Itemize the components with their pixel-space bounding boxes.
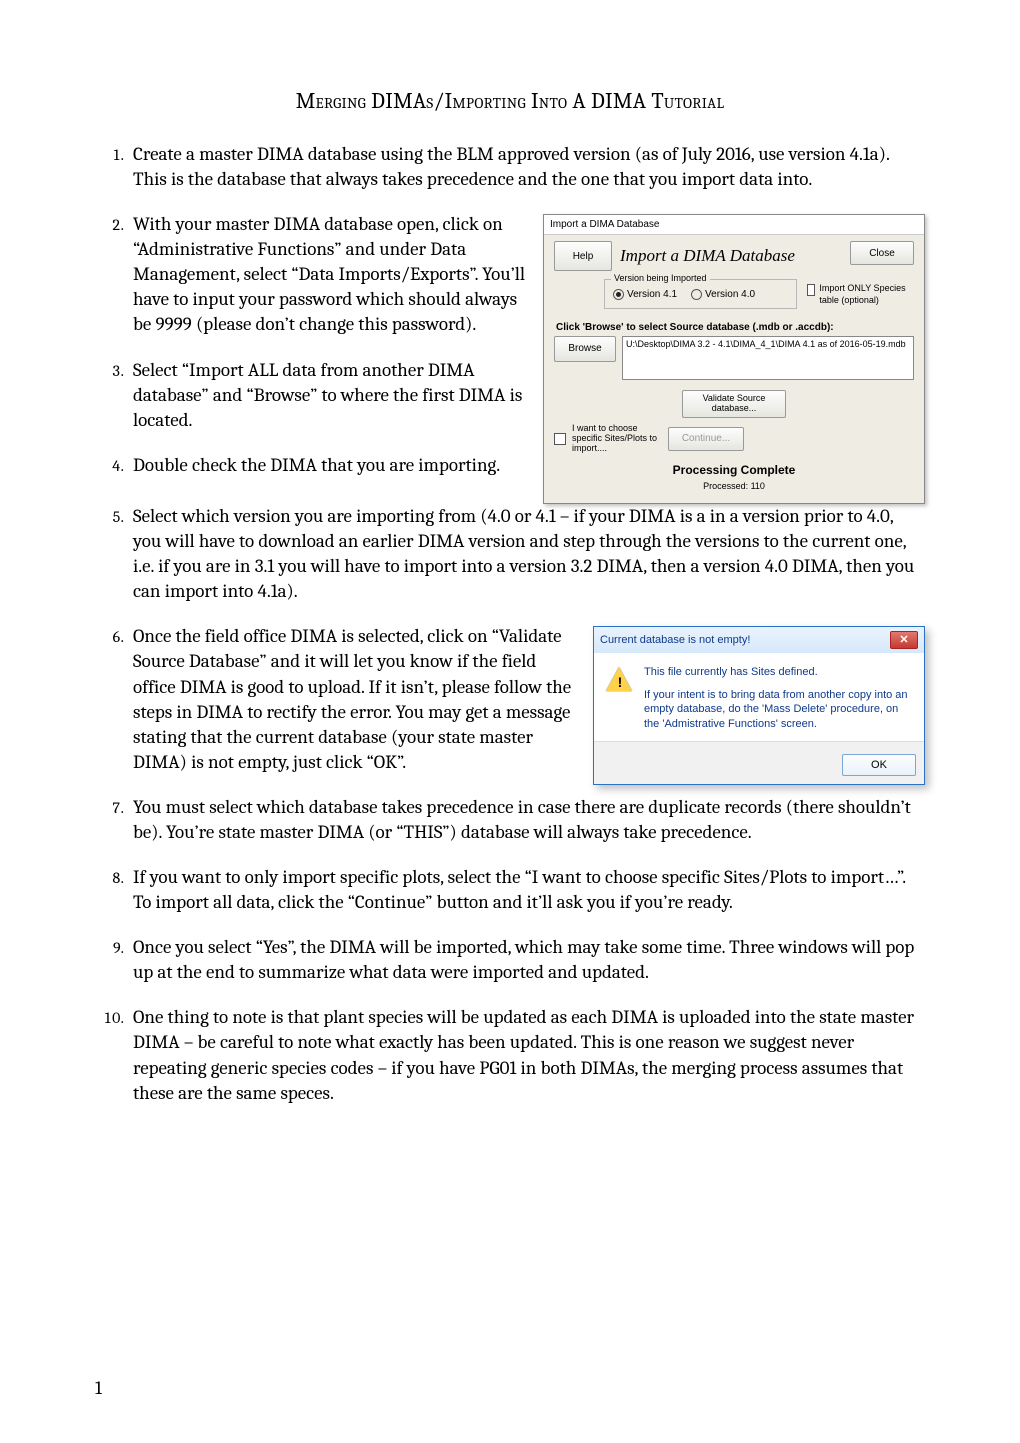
radio-version-40[interactable]: Version 4.0 xyxy=(691,288,755,301)
radio-dot-icon xyxy=(691,289,702,300)
dialog-heading: Import a DIMA Database xyxy=(620,241,842,267)
step-8: If you want to only import specific plot… xyxy=(127,865,925,915)
step-2-text: With your master DIMA database open, cli… xyxy=(133,213,525,335)
page-number: 1 xyxy=(95,1377,102,1399)
validate-source-button[interactable]: Validate Source database... xyxy=(682,390,786,418)
radio-version-41-label: Version 4.1 xyxy=(627,288,677,301)
import-species-label: Import ONLY Species table (optional) xyxy=(819,283,914,307)
msgbox-line2: If your intent is to bring data from ano… xyxy=(644,688,912,732)
close-button[interactable]: Close xyxy=(850,241,914,265)
radio-version-41[interactable]: Version 4.1 xyxy=(613,288,677,301)
processed-count: Processed: 110 xyxy=(554,481,914,493)
version-legend: Version being Imported xyxy=(611,273,710,285)
continue-button[interactable]: Continue... xyxy=(668,427,744,451)
browse-button[interactable]: Browse xyxy=(554,336,616,362)
choose-plots-checkbox[interactable] xyxy=(554,433,566,445)
msgbox-line1: This file currently has Sites defined. xyxy=(644,665,912,680)
close-icon[interactable]: ✕ xyxy=(890,631,918,649)
step-9: Once you select “Yes”, the DIMA will be … xyxy=(127,935,925,985)
step-6-not-word: not xyxy=(208,751,234,773)
not-empty-msgbox-figure: Current database is not empty! ✕ ! This … xyxy=(593,626,925,785)
page-title: Merging DIMAs/Importing Into A DIMA Tuto… xyxy=(95,88,925,114)
warning-icon: ! xyxy=(606,667,634,695)
tutorial-steps: Create a master DIMA database using the … xyxy=(95,142,925,1106)
step-2: Import a DIMA Database Help Import a DIM… xyxy=(127,212,925,337)
version-fieldset: Version being Imported Version 4.1 Versi… xyxy=(604,279,797,308)
checkbox-box-icon xyxy=(807,284,815,296)
step-6-text-b: empty, just click “OK”. xyxy=(234,751,406,773)
radio-version-40-label: Version 4.0 xyxy=(705,288,755,301)
radio-dot-checked-icon xyxy=(613,289,624,300)
browse-prompt: Click 'Browse' to select Source database… xyxy=(556,321,914,334)
step-1: Create a master DIMA database using the … xyxy=(127,142,925,192)
step-7: You must select which database takes pre… xyxy=(127,795,925,845)
source-path-field[interactable]: U:\Desktop\DIMA 3.2 - 4.1\DIMA_4_1\DIMA … xyxy=(622,336,914,380)
import-species-checkbox[interactable]: Import ONLY Species table (optional) xyxy=(807,283,914,307)
processing-complete-label: Processing Complete xyxy=(554,463,914,479)
import-dialog-figure: Import a DIMA Database Help Import a DIM… xyxy=(543,214,925,504)
help-button[interactable]: Help xyxy=(554,241,612,271)
choose-plots-label: I want to choose specific Sites/Plots to… xyxy=(572,424,662,454)
step-10: One thing to note is that plant species … xyxy=(127,1005,925,1105)
msgbox-title: Current database is not empty! xyxy=(600,633,750,648)
step-5: Select which version you are importing f… xyxy=(127,504,925,604)
ok-button[interactable]: OK xyxy=(842,754,916,776)
step-6: Current database is not empty! ✕ ! This … xyxy=(127,624,925,774)
dialog-window-title: Import a DIMA Database xyxy=(544,215,924,235)
